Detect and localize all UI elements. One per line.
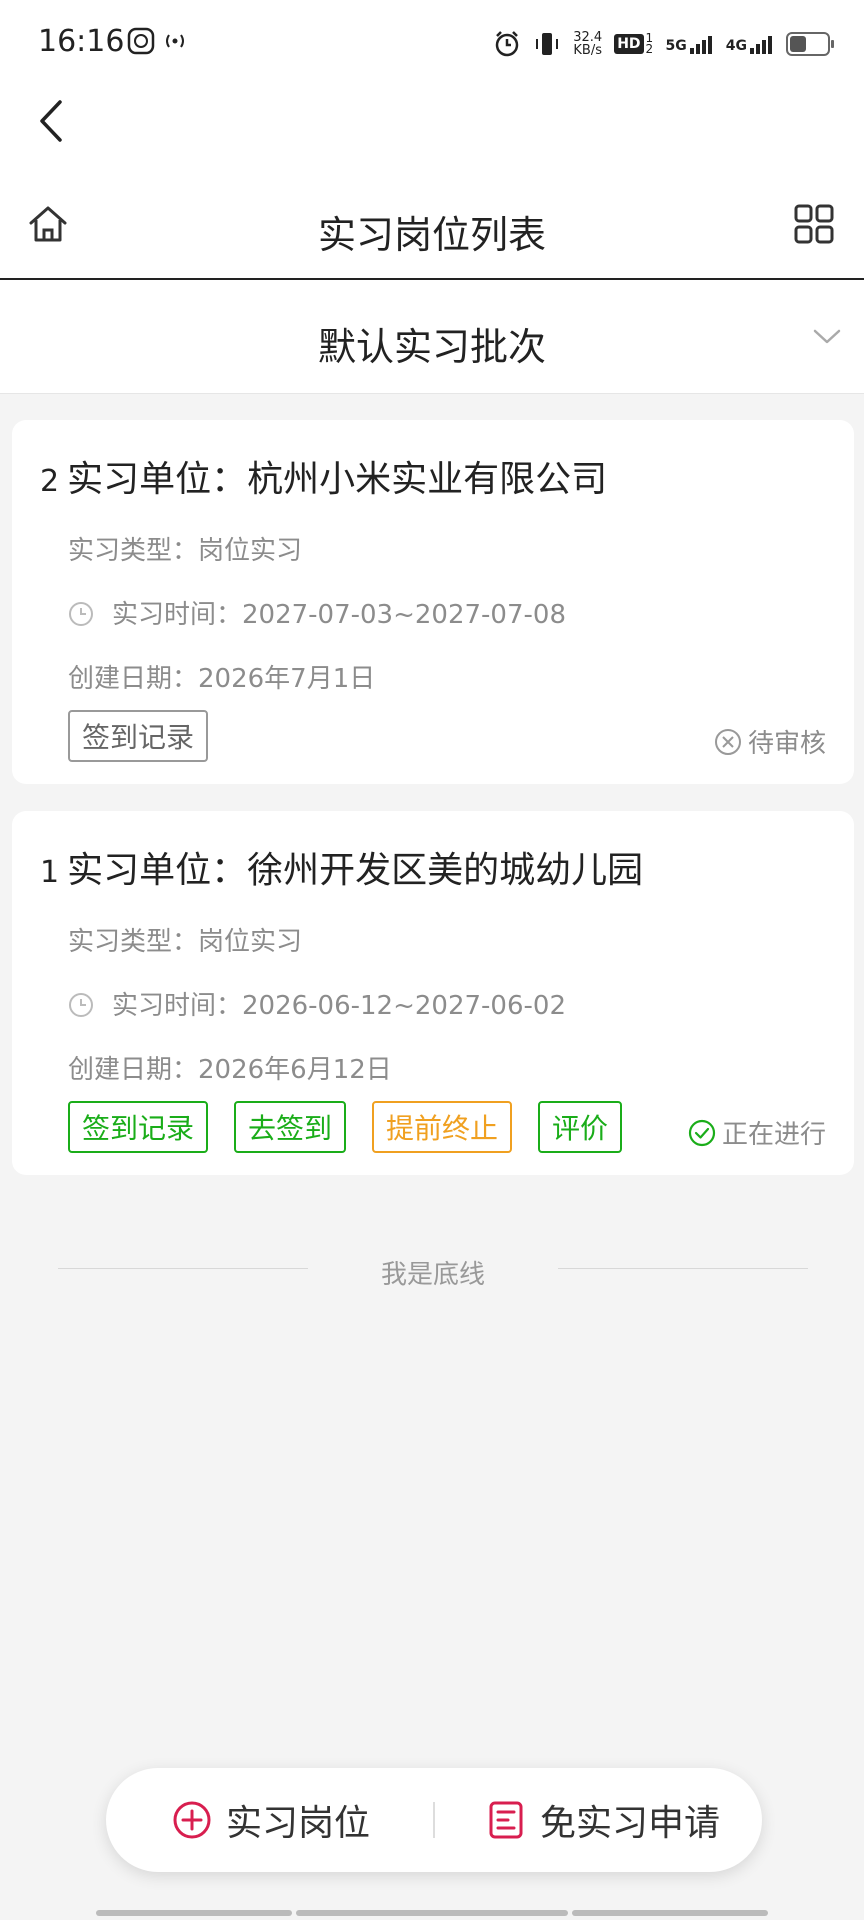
bottom-action-bar: 实习岗位 免实习申请 bbox=[106, 1768, 762, 1872]
app-notification-icon bbox=[127, 27, 155, 55]
checkin-record-button[interactable]: 签到记录 bbox=[68, 1101, 209, 1153]
nav-indicator bbox=[96, 1910, 292, 1916]
status-bar: 16:16 32.4 KB/s HD 12 5G 4G bbox=[0, 0, 864, 90]
bar-divider bbox=[433, 1802, 435, 1838]
circle-x-icon bbox=[714, 728, 741, 755]
nav-indicator bbox=[572, 1910, 768, 1916]
divider-line bbox=[558, 1268, 808, 1269]
card-actions: 签到记录 bbox=[68, 710, 209, 762]
document-form-icon bbox=[489, 1801, 523, 1839]
internship-card[interactable]: 2 实习单位：杭州小米实业有限公司 实习类型：岗位实习 实习时间：2027-07-… bbox=[12, 420, 854, 784]
card-time: 实习时间：2027-07-03~2027-07-08 bbox=[112, 600, 566, 630]
status-badge: 正在进行 bbox=[688, 1114, 826, 1151]
status-badge: 待审核 bbox=[714, 723, 826, 760]
circle-check-icon bbox=[688, 1119, 716, 1146]
plus-circle-icon bbox=[173, 1801, 211, 1839]
alarm-icon bbox=[495, 31, 519, 57]
hd-indicator: HD 12 bbox=[614, 32, 653, 55]
signal-4g: 4G bbox=[726, 34, 774, 54]
status-text: 正在进行 bbox=[721, 1120, 826, 1150]
grid-menu-icon[interactable] bbox=[794, 204, 834, 244]
battery-icon bbox=[786, 32, 834, 56]
clock-icon bbox=[69, 602, 93, 626]
card-type: 实习类型：岗位实习 bbox=[68, 927, 303, 957]
internship-positions-button[interactable]: 实习岗位 bbox=[172, 1768, 370, 1872]
back-arrow-icon[interactable] bbox=[32, 96, 72, 146]
card-created: 创建日期：2026年6月12日 bbox=[68, 1055, 392, 1085]
status-text: 待审核 bbox=[747, 729, 826, 759]
card-index: 2 bbox=[40, 464, 60, 499]
card-index: 1 bbox=[40, 855, 60, 890]
checkin-button[interactable]: 去签到 bbox=[234, 1101, 347, 1153]
checkin-record-button[interactable]: 签到记录 bbox=[68, 710, 209, 762]
list-end-text: 我是底线 bbox=[380, 1260, 485, 1290]
vibrate-icon bbox=[536, 33, 559, 55]
card-created: 创建日期：2026年7月1日 bbox=[68, 664, 376, 694]
signal-bars-icon bbox=[750, 36, 772, 54]
signal-bars-icon bbox=[689, 36, 712, 54]
internship-card[interactable]: 1 实习单位：徐州开发区美的城幼儿园 实习类型：岗位实习 实习时间：2026-06… bbox=[12, 811, 854, 1175]
card-time-row: 实习时间：2026-06-12~2027-06-02 bbox=[68, 985, 566, 1022]
terminate-early-button[interactable]: 提前终止 bbox=[372, 1101, 513, 1153]
card-unit: 实习单位：杭州小米实业有限公司 bbox=[67, 459, 608, 500]
chevron-down-icon bbox=[813, 329, 841, 344]
status-time: 16:16 bbox=[38, 24, 125, 59]
net-speed: 32.4 KB/s bbox=[573, 30, 603, 58]
exemption-application-button[interactable]: 免实习申请 bbox=[486, 1768, 720, 1872]
clock-icon bbox=[69, 993, 93, 1017]
card-title: 1 实习单位：徐州开发区美的城幼儿园 bbox=[40, 841, 643, 893]
hotspot-icon bbox=[166, 34, 184, 48]
batch-label: 默认实习批次 bbox=[317, 325, 546, 369]
internship-positions-label: 实习岗位 bbox=[226, 1803, 371, 1844]
batch-selector[interactable]: 默认实习批次 bbox=[0, 280, 864, 394]
card-unit: 实习单位：徐州开发区美的城幼儿园 bbox=[67, 850, 644, 891]
card-title: 2 实习单位：杭州小米实业有限公司 bbox=[40, 450, 607, 502]
card-time: 实习时间：2026-06-12~2027-06-02 bbox=[112, 991, 566, 1021]
nav-indicator bbox=[296, 1910, 568, 1916]
evaluate-button[interactable]: 评价 bbox=[538, 1101, 623, 1153]
card-time-row: 实习时间：2027-07-03~2027-07-08 bbox=[68, 594, 566, 631]
list-end-divider: 我是底线 bbox=[58, 1250, 808, 1290]
card-type: 实习类型：岗位实习 bbox=[68, 536, 303, 566]
page-title: 实习岗位列表 bbox=[317, 213, 546, 257]
exemption-application-label: 免实习申请 bbox=[540, 1803, 721, 1844]
card-actions: 签到记录 去签到 提前终止 评价 bbox=[68, 1101, 623, 1153]
signal-5g: 5G bbox=[666, 34, 714, 54]
page-header: 实习岗位列表 bbox=[0, 190, 864, 280]
status-icons: 32.4 KB/s HD 12 5G 4G bbox=[493, 26, 834, 62]
